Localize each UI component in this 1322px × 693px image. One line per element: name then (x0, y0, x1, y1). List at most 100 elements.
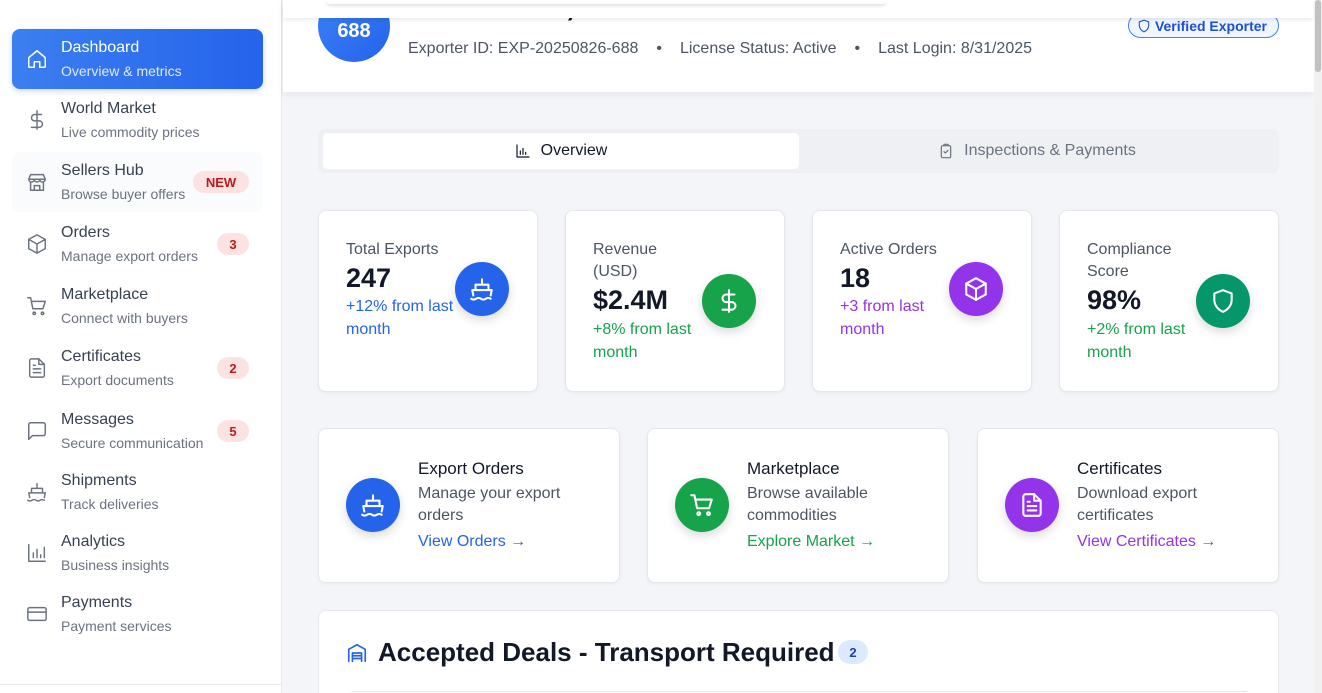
stat-label: Compliance Score (1087, 241, 1172, 280)
credit-card-icon (26, 603, 48, 625)
sidebar-item-title: Analytics (61, 533, 126, 550)
exporter-meta: Exporter ID: EXP-20250826-688 • License … (408, 40, 1032, 58)
stat-card-compliance-score: Compliance Score 98% +2% from last month (1059, 210, 1279, 392)
dollar-icon (26, 109, 48, 131)
sidebar-item-orders[interactable]: Orders Manage export orders 3 (12, 214, 263, 274)
section-title: Accepted Deals - Transport Required (378, 637, 835, 667)
sidebar-item-title: Dashboard (61, 39, 140, 56)
stat-value: 98% (1087, 285, 1142, 315)
ship-icon (346, 478, 400, 532)
sidebar-item-subtitle: Connect with buyers (61, 310, 188, 326)
divider (351, 691, 1247, 692)
shield-icon (1196, 274, 1250, 328)
cart-icon (26, 295, 48, 317)
action-title: Certificates (1077, 459, 1163, 478)
view-orders-link[interactable]: View Orders → (418, 533, 526, 551)
action-title: Export Orders (418, 459, 524, 478)
sidebar-item-subtitle: Overview & metrics (61, 63, 182, 79)
new-badge: NEW (193, 171, 249, 193)
sidebar-item-marketplace[interactable]: Marketplace Connect with buyers (12, 276, 263, 336)
sidebar-item-subtitle: Live commodity prices (61, 124, 200, 140)
clipboard-check-icon (940, 143, 952, 159)
tab-label: Overview (540, 142, 608, 159)
shield-icon (1138, 19, 1150, 32)
scrollbar-thumb[interactable] (1315, 0, 1321, 72)
dashboard-tabs: Overview Inspections & Payments (318, 129, 1279, 173)
sidebar-item-sellers-hub[interactable]: Sellers Hub Browse buyer offers NEW (12, 152, 263, 212)
sidebar-item-shipments[interactable]: Shipments Track deliveries (12, 462, 263, 522)
exporter-id: Exporter ID: EXP-20250826-688 (408, 40, 639, 57)
warehouse-icon (346, 642, 368, 664)
sidebar-item-subtitle: Export documents (61, 372, 174, 388)
stat-card-revenue: Revenue (USD) $2.4M +8% from last month (565, 210, 785, 392)
sidebar-item-subtitle: Browse buyer offers (61, 186, 186, 202)
license-status: License Status: Active (679, 40, 837, 57)
action-description: Browse available commodities (747, 485, 868, 524)
sidebar-item-messages[interactable]: Messages Secure communication 5 (12, 401, 263, 461)
accepted-deals-section: Accepted Deals - Transport Required 2 (318, 610, 1279, 693)
package-icon (949, 262, 1003, 316)
ship-icon (26, 481, 48, 503)
stat-change: +2% from last month (1087, 321, 1186, 361)
stat-label: Revenue (USD) (593, 241, 658, 280)
explore-market-link[interactable]: Explore Market → (747, 533, 875, 551)
sidebar-item-title: Messages (61, 411, 134, 428)
tab-inspections-payments[interactable]: Inspections & Payments (799, 133, 1275, 169)
sidebar-item-title: World Market (61, 100, 156, 117)
stat-value: 247 (346, 263, 392, 293)
message-icon (26, 420, 48, 442)
sidebar-item-subtitle: Track deliveries (61, 496, 159, 512)
stat-change: +3 from last month (840, 298, 925, 338)
sidebar-item-dashboard[interactable]: Dashboard Overview & metrics (12, 29, 263, 89)
action-description: Download export certificates (1077, 485, 1198, 524)
scrollbar[interactable] (1314, 0, 1322, 693)
separator: • (854, 40, 861, 57)
sidebar-item-certificates[interactable]: Certificates Export documents 2 (12, 338, 263, 398)
sidebar-item-title: Certificates (61, 348, 142, 365)
store-icon (26, 171, 48, 193)
action-card-export-orders: Export Orders Manage your export orders … (318, 428, 620, 583)
stat-value: $2.4M (593, 285, 669, 315)
sidebar-item-title: Shipments (61, 472, 137, 489)
sidebar-divider (0, 684, 282, 685)
action-title: Marketplace (747, 459, 840, 478)
sidebar-item-subtitle: Secure communication (61, 435, 204, 451)
package-icon (26, 233, 48, 255)
stat-change: +8% from last month (593, 321, 692, 361)
sidebar-item-title: Marketplace (61, 286, 149, 303)
stat-label: Active Orders (840, 241, 937, 258)
sidebar: Dashboard Overview & metrics World Marke… (0, 0, 282, 693)
stat-card-active-orders: Active Orders 18 +3 from last month (812, 210, 1032, 392)
document-icon (26, 357, 48, 379)
ship-icon (455, 262, 509, 316)
floating-panel-edge (326, 0, 886, 4)
stat-value: 18 (840, 263, 871, 293)
bar-chart-icon (516, 144, 530, 158)
view-certificates-link[interactable]: View Certificates → (1077, 533, 1216, 551)
count-badge: 5 (217, 420, 249, 442)
sidebar-item-subtitle: Payment services (61, 618, 172, 634)
stat-change: +12% from last month (346, 298, 454, 338)
deals-count-badge: 2 (838, 640, 868, 664)
sidebar-item-subtitle: Manage export orders (61, 248, 198, 264)
sidebar-item-title: Sellers Hub (61, 162, 144, 179)
sidebar-item-world-market[interactable]: World Market Live commodity prices (12, 90, 263, 150)
last-login: Last Login: 8/31/2025 (878, 40, 1033, 57)
verified-label: Verified Exporter (1154, 17, 1267, 34)
stat-label: Total Exports (346, 241, 439, 258)
action-card-marketplace: Marketplace Browse available commodities… (647, 428, 949, 583)
dollar-icon (702, 274, 756, 328)
sidebar-item-payments[interactable]: Payments Payment services (12, 584, 263, 644)
tab-overview[interactable]: Overview (323, 133, 799, 169)
sidebar-item-title: Payments (61, 594, 133, 611)
action-card-certificates: Certificates Download export certificate… (977, 428, 1279, 583)
stat-card-total-exports: Total Exports 247 +12% from last month (318, 210, 538, 392)
count-badge: 3 (217, 233, 249, 255)
separator: • (656, 40, 662, 57)
tab-label: Inspections & Payments (964, 142, 1136, 159)
cart-icon (675, 478, 729, 532)
sidebar-item-title: Orders (61, 224, 110, 241)
sidebar-item-analytics[interactable]: Analytics Business insights (12, 523, 263, 583)
home-icon (26, 48, 48, 70)
document-icon (1005, 478, 1059, 532)
